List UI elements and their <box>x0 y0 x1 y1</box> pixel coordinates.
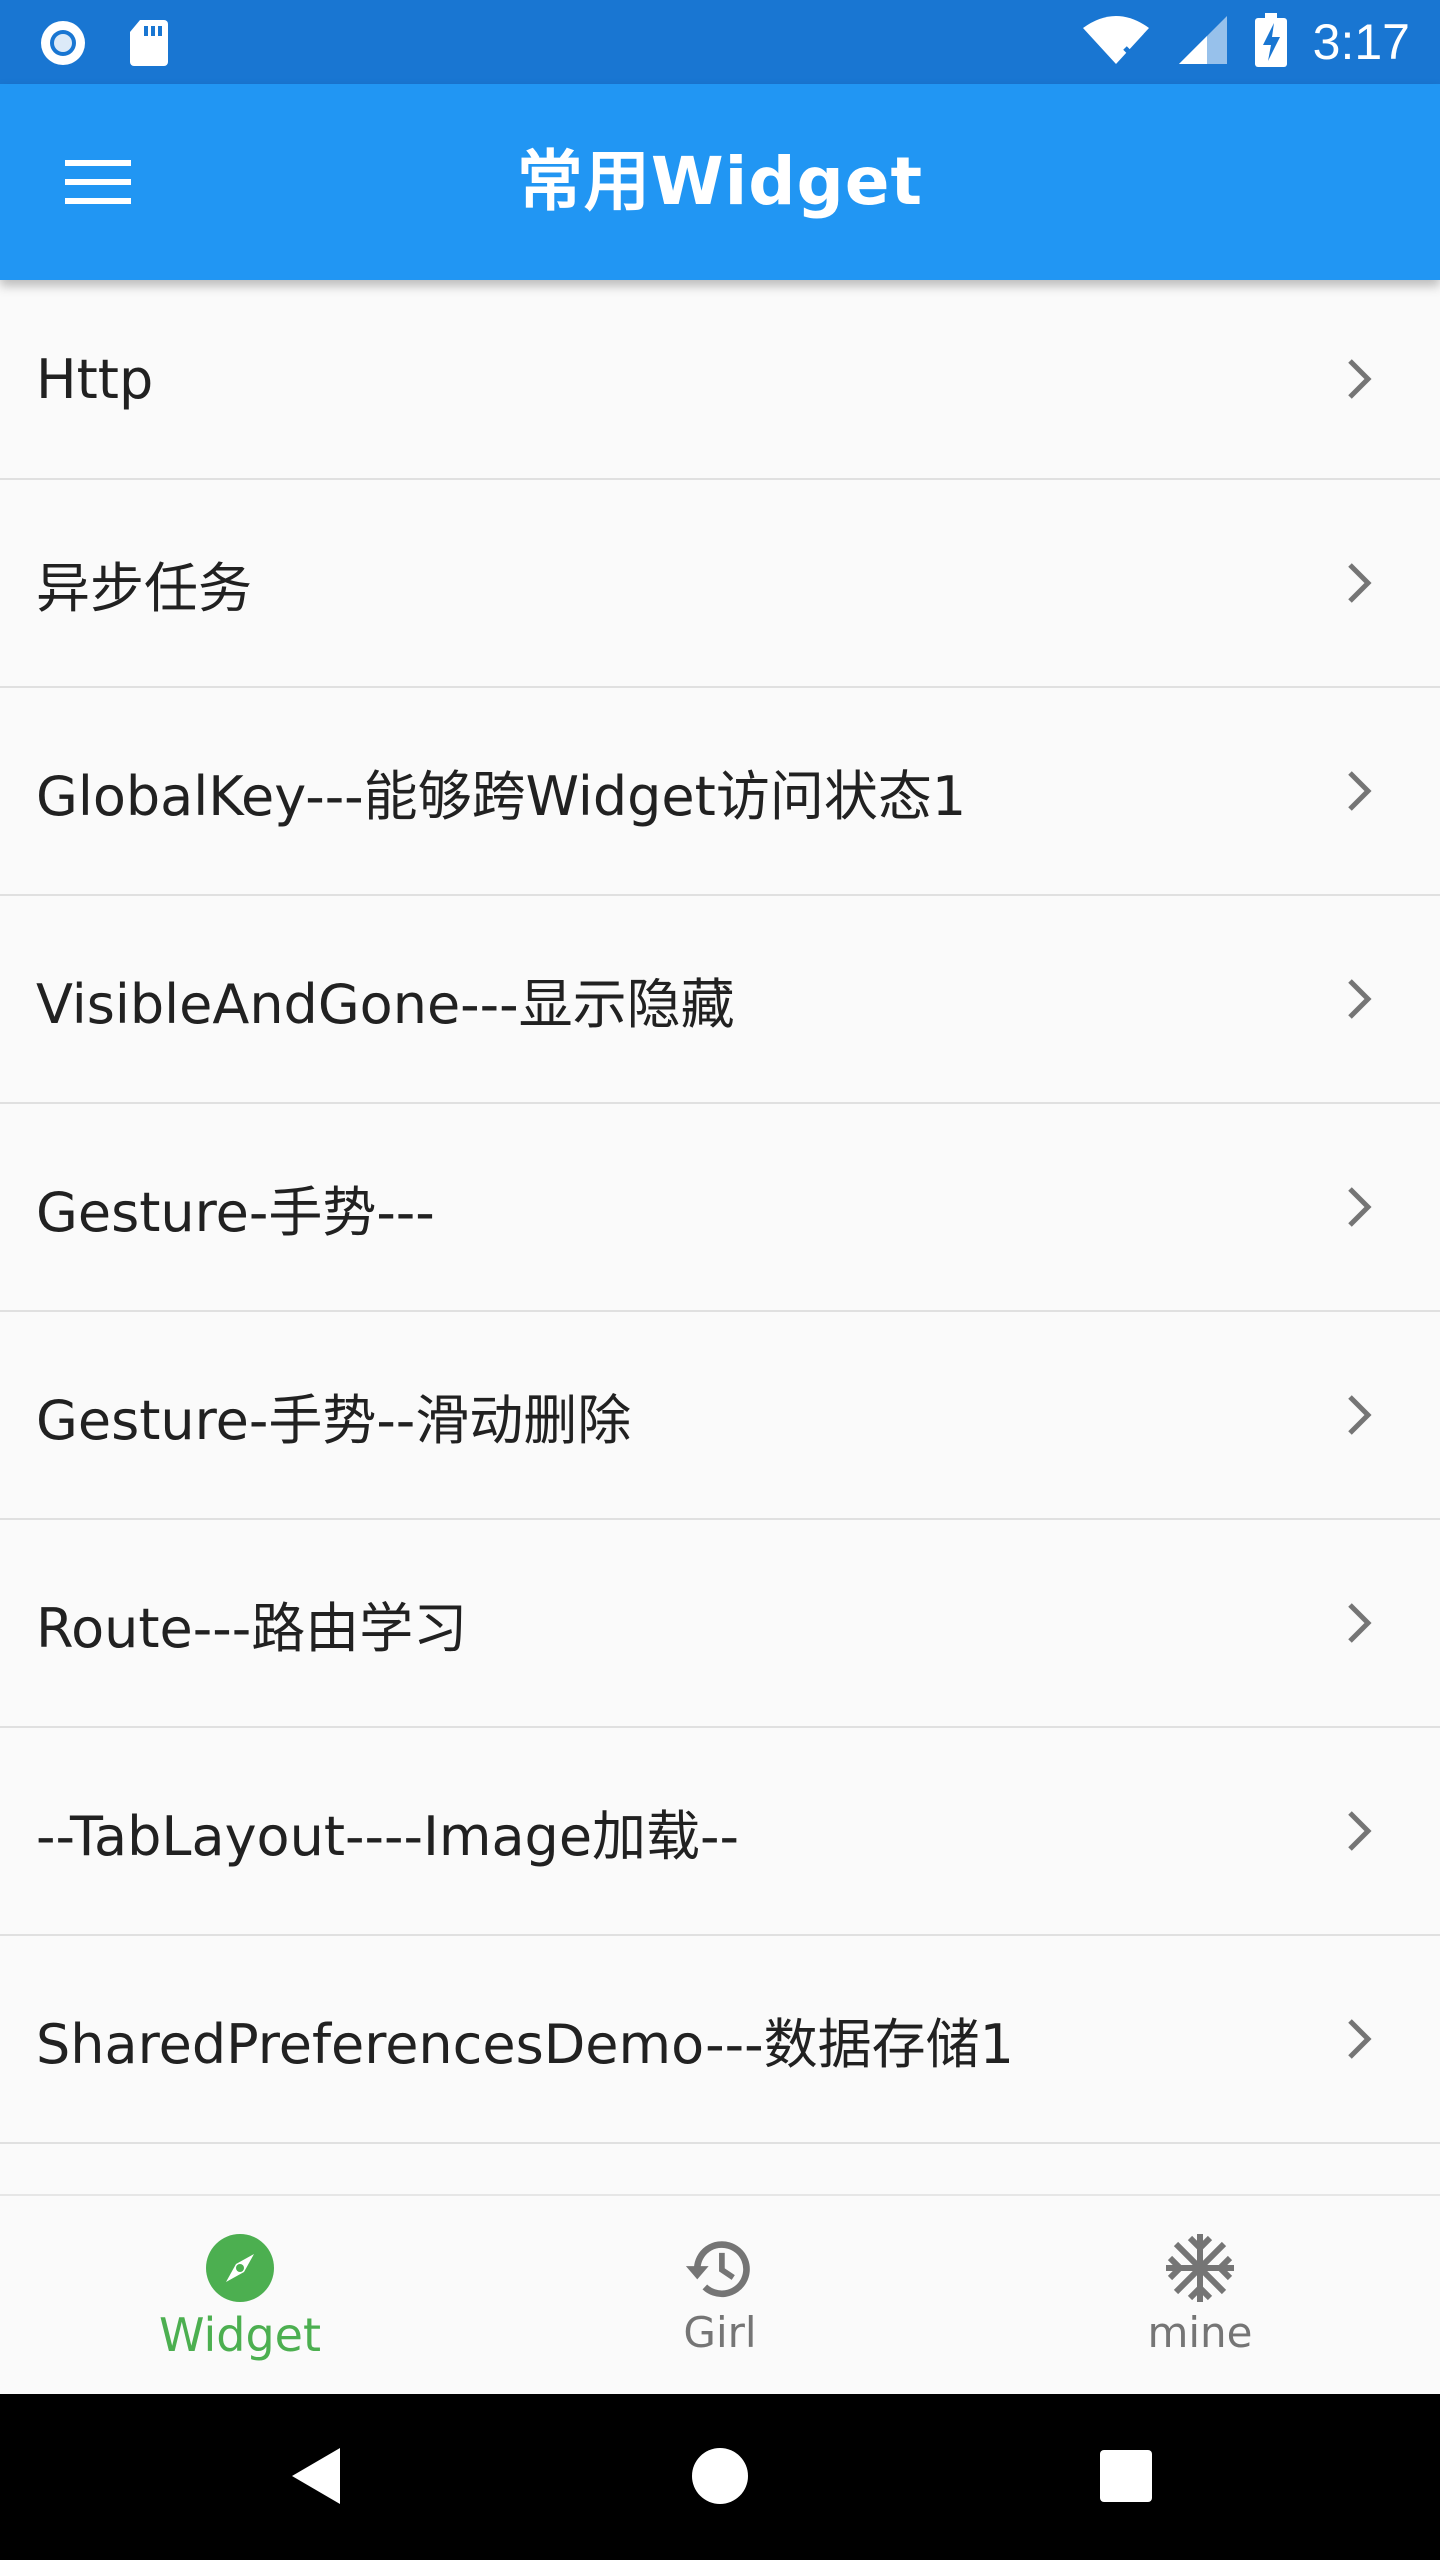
chevron-right-icon <box>1334 766 1384 816</box>
list-item-label: Route---路由学习 <box>36 1596 468 1660</box>
list-item-label: GlobalKey---能够跨Widget访问状态1 <box>36 764 967 828</box>
tab-label: Widget <box>159 2308 321 2362</box>
chevron-right-icon <box>1334 2014 1384 2064</box>
tab-label: Girl <box>683 2308 757 2357</box>
list-item-label: --TabLayout----Image加载-- <box>36 1804 740 1868</box>
chevron-right-icon <box>1334 1598 1384 1648</box>
recents-icon[interactable] <box>1094 2444 1158 2508</box>
list-item-tablayout[interactable]: --TabLayout----Image加载-- <box>0 1728 1440 1936</box>
list-item-label: Gesture-手势--- <box>36 1180 435 1244</box>
bottom-navigation: Widget Girl mine <box>0 2194 1440 2394</box>
widget-list: Http 异步任务 GlobalKey---能够跨Widget访问状态1 Vis… <box>0 280 1440 2144</box>
list-item-label: Gesture-手势--滑动删除 <box>36 1388 632 1452</box>
back-icon[interactable] <box>284 2444 348 2508</box>
history-icon <box>684 2232 756 2304</box>
list-item-label: VisibleAndGone---显示隐藏 <box>36 972 735 1036</box>
chevron-right-icon <box>1334 558 1384 608</box>
list-item-async-task[interactable]: 异步任务 <box>0 480 1440 688</box>
status-time: 3:17 <box>1312 14 1410 70</box>
list-item-label: Http <box>36 347 154 411</box>
chevron-right-icon <box>1334 354 1384 404</box>
wifi-icon <box>1081 14 1151 70</box>
list-item-visible-and-gone[interactable]: VisibleAndGone---显示隐藏 <box>0 896 1440 1104</box>
chevron-right-icon <box>1334 1182 1384 1232</box>
tab-label: mine <box>1147 2308 1253 2357</box>
list-item-shared-preferences[interactable]: SharedPreferencesDemo---数据存储1 <box>0 1936 1440 2144</box>
chevron-right-icon <box>1334 974 1384 1024</box>
tab-widget[interactable]: Widget <box>0 2196 480 2394</box>
signal-icon <box>1177 14 1229 70</box>
page-title: 常用Widget <box>516 143 924 220</box>
battery-charging-icon <box>1254 13 1287 71</box>
list-item-label: SharedPreferencesDemo---数据存储1 <box>36 2012 1014 2076</box>
list-item-label: 异步任务 <box>36 556 252 620</box>
home-icon[interactable] <box>688 2444 752 2508</box>
app-bar: 常用Widget <box>0 84 1440 280</box>
list-item-globalkey[interactable]: GlobalKey---能够跨Widget访问状态1 <box>0 688 1440 896</box>
list-item-http[interactable]: Http <box>0 280 1440 480</box>
snowflake-icon <box>1164 2232 1236 2304</box>
sd-card-icon <box>128 18 170 72</box>
list-item-route[interactable]: Route---路由学习 <box>0 1520 1440 1728</box>
tab-girl[interactable]: Girl <box>480 2196 960 2394</box>
system-navigation-bar <box>0 2392 1440 2560</box>
status-bar: 3:17 <box>0 0 1440 84</box>
tab-mine[interactable]: mine <box>960 2196 1440 2394</box>
chevron-right-icon <box>1334 1390 1384 1440</box>
compass-icon <box>204 2232 276 2304</box>
list-item-gesture-swipe-delete[interactable]: Gesture-手势--滑动删除 <box>0 1312 1440 1520</box>
chevron-right-icon <box>1334 1806 1384 1856</box>
record-icon <box>38 18 88 72</box>
list-item-gesture[interactable]: Gesture-手势--- <box>0 1104 1440 1312</box>
